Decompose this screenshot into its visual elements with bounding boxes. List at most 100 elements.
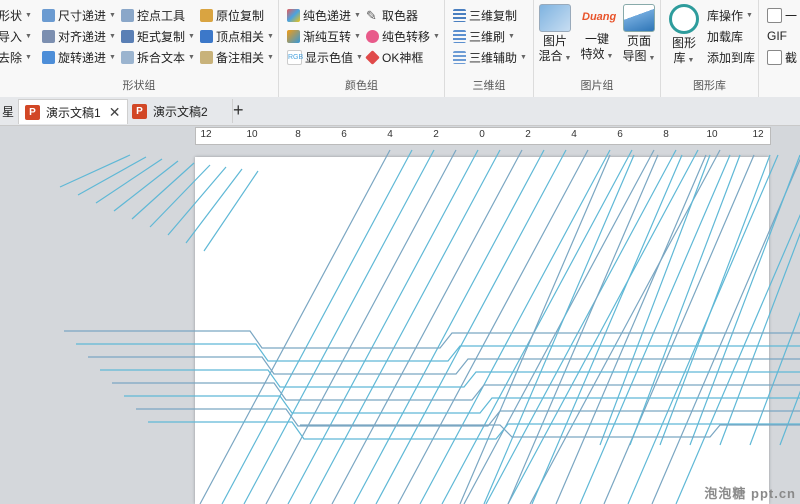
ruler-label: 0 <box>479 129 485 140</box>
art-line <box>483 154 635 504</box>
matrix-copy-button[interactable]: 矩式复制 ▼ <box>121 27 195 45</box>
art-line <box>185 168 243 244</box>
add-to-library-button[interactable]: 添加到库 <box>707 48 755 66</box>
brush-icon <box>453 29 466 43</box>
art-line <box>579 154 731 504</box>
shape-library-button[interactable]: 图形 库 ▼ <box>663 4 705 68</box>
size-progress-button[interactable]: 尺寸递进 ▼ <box>42 6 116 24</box>
palette-icon <box>287 8 300 22</box>
chevron-down-icon: ▼ <box>188 53 195 61</box>
color-picker-button[interactable]: ✎ 取色器 <box>366 6 418 24</box>
picture-blend-button[interactable]: 图片 混合 ▼ <box>534 4 576 66</box>
chevron-down-icon: ▼ <box>604 53 614 60</box>
art-line <box>719 232 800 446</box>
group-picture: 图片 混合 ▼ Duang 一键 特效 ▼ 页面 导图 ▼ 图片组 <box>534 0 661 97</box>
group-shape-library: 图形 库 ▼ 库操作 ▼ 加载库 添加到库 图形库 <box>661 0 759 97</box>
powerpoint-icon: P <box>132 103 147 119</box>
ok-frame-button[interactable]: OK神框 <box>365 48 423 66</box>
ruler-label: 10 <box>246 129 258 140</box>
gif-button[interactable]: GIF <box>767 27 787 45</box>
3d-brush-button[interactable]: 三维刷 ▼ <box>453 27 515 45</box>
group-shape: 形状 ▼ 导入 ▼ 去除 ▼ 尺寸递进 ▼ 对齐递进 ▼ 旋转递进 ▼ 控点工具 矩式复制 ▼… <box>0 0 279 97</box>
solid-color-transfer-button[interactable]: 纯色转移 ▼ <box>366 27 440 45</box>
doc-icon <box>767 7 782 23</box>
rgb-icon: RGB <box>287 49 303 65</box>
art-line <box>599 154 711 446</box>
rotate-icon <box>42 50 55 64</box>
notes-button[interactable]: 备注相关 ▼ <box>200 48 274 66</box>
solid-color-progress-button[interactable]: 纯色递进 ▼ <box>287 6 361 24</box>
page-guide-button[interactable]: 页面 导图 ▼ <box>618 4 660 66</box>
art-line <box>555 154 707 504</box>
3d-assist-button[interactable]: 三维辅助 ▼ <box>453 48 527 66</box>
ruler-label: 2 <box>525 129 531 140</box>
gradient-swap-button[interactable]: 渐纯互转 ▼ <box>287 27 361 45</box>
vertex-button[interactable]: 顶点相关 ▼ <box>200 27 274 45</box>
picture-frame-icon <box>623 4 655 32</box>
library-ops-button[interactable]: 库操作 ▼ <box>707 6 753 24</box>
diamond-icon <box>365 49 380 65</box>
chevron-down-icon: ▼ <box>354 11 361 19</box>
import-button[interactable]: 导入 ▼ <box>0 27 32 45</box>
show-color-value-button[interactable]: RGB 显示色值 ▼ <box>287 48 363 66</box>
chevron-down-icon: ▼ <box>354 32 361 40</box>
slide-stage: 泡泡糖 ppt.cn <box>0 145 800 504</box>
art-line <box>629 154 741 446</box>
chevron-down-icon: ▼ <box>109 53 116 61</box>
horizontal-ruler[interactable]: 12 10 8 6 4 2 0 2 4 6 8 10 12 <box>195 127 771 145</box>
art-line <box>603 154 755 504</box>
chevron-down-icon: ▼ <box>746 11 753 19</box>
chevron-down-icon: ▼ <box>508 32 515 40</box>
screenshot-button[interactable]: 截 <box>767 48 797 66</box>
group-label: 颜色组 <box>345 80 378 92</box>
chevron-down-icon: ▼ <box>25 53 32 61</box>
in-place-copy-button[interactable]: 原位复制 <box>200 6 264 24</box>
tab-document-1[interactable]: P 演示文稿1 ✕ <box>18 99 128 124</box>
chevron-down-icon: ▼ <box>188 32 195 40</box>
align-progress-button[interactable]: 对齐递进 ▼ <box>42 27 116 45</box>
ruler-label: 6 <box>341 129 347 140</box>
control-point-button[interactable]: 控点工具 <box>121 6 185 24</box>
group-label: 图形库 <box>693 80 726 92</box>
watermark: 泡泡糖 ppt.cn <box>704 486 796 501</box>
chevron-down-icon: ▼ <box>267 53 274 61</box>
art-line <box>627 154 779 504</box>
remove-button[interactable]: 去除 ▼ <box>0 48 32 66</box>
art-line <box>659 154 771 446</box>
split-text-button[interactable]: 拆合文本 ▼ <box>121 48 195 66</box>
eyedropper-icon: ✎ <box>366 7 377 23</box>
chevron-down-icon: ▼ <box>685 57 695 64</box>
assist-icon <box>453 50 466 64</box>
group-label: 三维组 <box>472 80 506 92</box>
ruler-label: 12 <box>752 129 764 140</box>
group-3d: 三维复制 三维刷 ▼ 三维辅助 ▼ 三维组 <box>445 0 534 97</box>
group-color: 纯色递进 ▼ 渐纯互转 ▼ RGB 显示色值 ▼ ✎ 取色器 纯色转移 ▼ OK神框 颜色组 <box>279 0 445 97</box>
ruler-label: 12 <box>200 129 212 140</box>
rotate-progress-button[interactable]: 旋转递进 ▼ <box>42 48 116 66</box>
tab-document-2[interactable]: P 演示文稿2 <box>126 99 233 123</box>
load-library-button[interactable]: 加载库 <box>707 27 743 45</box>
line-art <box>59 149 800 504</box>
chevron-down-icon: ▼ <box>25 32 32 40</box>
tab-prev[interactable]: 星 <box>0 99 19 123</box>
extra-button-1[interactable]: 一 <box>767 6 797 24</box>
ruler-label: 2 <box>433 129 439 140</box>
hexagon-icon <box>669 4 699 34</box>
art-line <box>531 154 683 504</box>
ruler-label: 4 <box>571 129 577 140</box>
chevron-down-icon: ▼ <box>520 53 527 61</box>
chevron-down-icon: ▼ <box>646 55 656 62</box>
control-point-icon <box>121 8 134 22</box>
add-tab-button[interactable]: + <box>233 100 244 121</box>
one-click-effect-button[interactable]: Duang 一键 特效 ▼ <box>576 4 618 64</box>
close-icon[interactable]: ✕ <box>109 104 121 121</box>
group-label: 形状组 <box>122 80 156 92</box>
ruler-label: 8 <box>663 129 669 140</box>
chevron-down-icon: ▼ <box>267 32 274 40</box>
shape-button[interactable]: 形状 ▼ <box>0 6 32 24</box>
3d-copy-button[interactable]: 三维复制 <box>453 6 517 24</box>
text-icon <box>121 50 134 64</box>
size-icon <box>42 8 55 22</box>
ruler-label: 4 <box>387 129 393 140</box>
document-tabs: 星 P 演示文稿1 ✕ P 演示文稿2 <box>0 97 800 126</box>
